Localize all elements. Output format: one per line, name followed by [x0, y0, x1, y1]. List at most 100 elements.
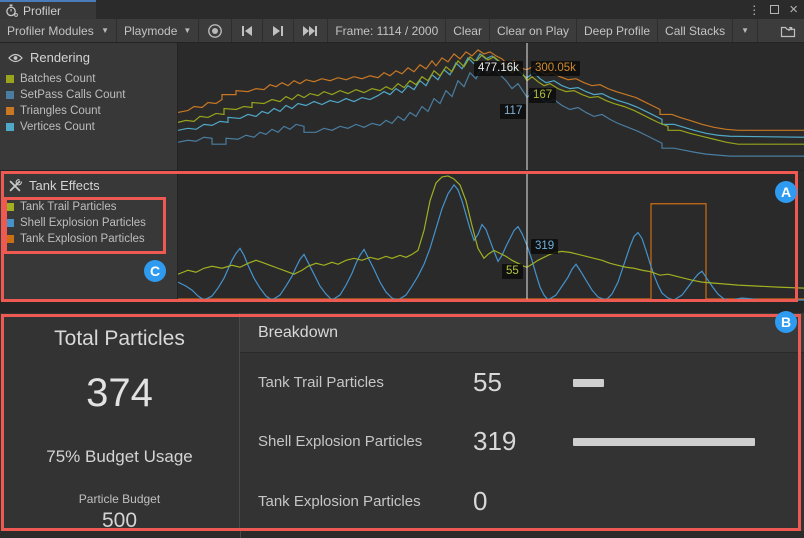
toolbar-spacer [758, 19, 772, 42]
rendering-module-icon [8, 52, 23, 64]
profiler-modules-label: Profiler Modules [7, 24, 94, 38]
clear-button[interactable]: Clear [446, 19, 490, 42]
legend-label: Batches Count [20, 73, 95, 85]
legend-item-shell-explosion[interactable]: Shell Explosion Particles [6, 215, 177, 231]
clear-on-play-button[interactable]: Clear on Play [490, 19, 577, 42]
tank-effects-module-header[interactable]: Tank Effects [6, 175, 177, 199]
skip-forward-icon [302, 25, 319, 37]
legend-item-tank-trail[interactable]: Tank Trail Particles [6, 199, 177, 215]
breakdown-row-bar [573, 379, 604, 387]
chevron-down-icon: ▼ [183, 26, 191, 35]
breakdown-row-value: 319 [473, 426, 573, 457]
breakdown-title: Breakdown [240, 313, 804, 353]
tank-effects-chart-canvas [178, 171, 804, 301]
breakdown-row-label: Tank Trail Particles [258, 374, 473, 391]
value-callout: 319 [531, 239, 558, 254]
breakdown-row-value: 0 [473, 486, 573, 517]
breakdown-row-label: Tank Explosion Particles [258, 493, 473, 510]
record-icon [207, 23, 223, 39]
tank-effects-chart[interactable]: 319 55 [178, 171, 804, 302]
tank-effects-sidebar: Tank Effects Tank Trail Particles Shell … [0, 171, 178, 302]
load-profile-button[interactable] [772, 19, 804, 42]
window-menu-icon[interactable]: ⋮ [748, 4, 760, 16]
value-callout: 117 [500, 104, 526, 119]
particle-budget-label: Particle Budget [79, 492, 160, 506]
legend-item-setpass[interactable]: SetPass Calls Count [6, 87, 177, 103]
value-callout: 55 [502, 264, 523, 279]
breakdown-row-label: Shell Explosion Particles [258, 433, 473, 450]
deep-profile-button[interactable]: Deep Profile [577, 19, 658, 42]
toolbar: Profiler Modules ▼ Playmode ▼ [0, 19, 804, 43]
legend-label: Tank Trail Particles [20, 201, 117, 213]
legend-swatch [6, 203, 14, 211]
last-frame-button[interactable] [294, 19, 328, 42]
stopwatch-icon [5, 4, 18, 17]
next-frame-button[interactable] [263, 19, 294, 42]
value-callout: 477.16k [474, 61, 523, 76]
tank-effects-module-row: Tank Effects Tank Trail Particles Shell … [0, 171, 804, 302]
rendering-module-row: Rendering Batches Count SetPass Calls Co… [0, 43, 804, 171]
module-title: Rendering [30, 50, 90, 65]
profiler-window: Profiler ⋮ × Profiler Modules ▼ Playmode… [0, 0, 804, 538]
bottom-strip [0, 531, 804, 538]
open-file-icon [780, 24, 796, 38]
legend-label: Vertices Count [20, 121, 95, 133]
titlebar: Profiler ⋮ × [0, 0, 804, 19]
total-particles-value: 374 [86, 371, 153, 416]
rendering-module-header[interactable]: Rendering [6, 47, 177, 71]
step-forward-icon [271, 25, 285, 37]
annotation-badge-a: A [775, 181, 797, 203]
annotation-badge-c: C [144, 260, 166, 282]
chevron-down-icon: ▼ [101, 26, 109, 35]
value-callout: 167 [529, 88, 556, 103]
profiler-modules-dropdown[interactable]: Profiler Modules ▼ [0, 19, 117, 42]
legend-swatch [6, 75, 14, 83]
breakdown-row: Shell Explosion Particles 319 [240, 412, 804, 471]
legend-label: Tank Explosion Particles [20, 233, 145, 245]
maximize-icon[interactable] [770, 5, 779, 14]
total-particles-title: Total Particles [54, 327, 185, 351]
record-button[interactable] [199, 19, 232, 42]
legend-swatch [6, 219, 14, 227]
breakdown-row: Tank Trail Particles 55 [240, 353, 804, 412]
tab-profiler[interactable]: Profiler [0, 0, 96, 19]
particle-budget-value: 500 [102, 509, 137, 533]
tab-label: Profiler [23, 4, 61, 18]
frame-counter: Frame: 1114 / 2000 [328, 19, 446, 42]
row-gap [0, 302, 804, 313]
playmode-dropdown[interactable]: Playmode ▼ [117, 19, 199, 42]
annotation-badge-b: B [775, 311, 797, 333]
value-callout: 300.05k [531, 61, 580, 76]
legend-item-tank-explosion[interactable]: Tank Explosion Particles [6, 231, 177, 247]
legend-label: Shell Explosion Particles [20, 217, 146, 229]
call-stacks-dropdown[interactable]: ▼ [733, 19, 758, 42]
total-particles-panel: Total Particles 374 75% Budget Usage Par… [0, 313, 240, 531]
legend-label: SetPass Calls Count [20, 89, 125, 101]
particle-detail-panel: Total Particles 374 75% Budget Usage Par… [0, 313, 804, 531]
close-icon[interactable]: × [789, 4, 798, 16]
legend-label: Triangles Count [20, 105, 101, 117]
legend-item-triangles[interactable]: Triangles Count [6, 103, 177, 119]
budget-usage-label: 75% Budget Usage [46, 447, 193, 467]
legend-swatch [6, 123, 14, 131]
rendering-sidebar: Rendering Batches Count SetPass Calls Co… [0, 43, 178, 171]
skip-back-icon [240, 25, 254, 37]
legend-swatch [6, 235, 14, 243]
chevron-down-icon: ▼ [741, 26, 749, 35]
legend-swatch [6, 91, 14, 99]
legend-swatch [6, 107, 14, 115]
panel-divider [240, 531, 241, 538]
breakdown-row: Tank Explosion Particles 0 [240, 472, 804, 531]
rendering-chart[interactable]: 477.16k 300.05k 167 117 [178, 43, 804, 171]
call-stacks-button[interactable]: Call Stacks [658, 19, 733, 42]
titlebar-actions: ⋮ × [748, 2, 798, 17]
playmode-label: Playmode [124, 24, 177, 38]
legend-item-batches[interactable]: Batches Count [6, 71, 177, 87]
first-frame-button[interactable] [232, 19, 263, 42]
breakdown-panel: Breakdown Tank Trail Particles 55 Shell … [240, 313, 804, 531]
legend-item-vertices[interactable]: Vertices Count [6, 119, 177, 135]
breakdown-row-bar [573, 438, 755, 446]
tools-icon [8, 179, 22, 193]
breakdown-row-value: 55 [473, 367, 573, 398]
module-title: Tank Effects [29, 178, 100, 193]
